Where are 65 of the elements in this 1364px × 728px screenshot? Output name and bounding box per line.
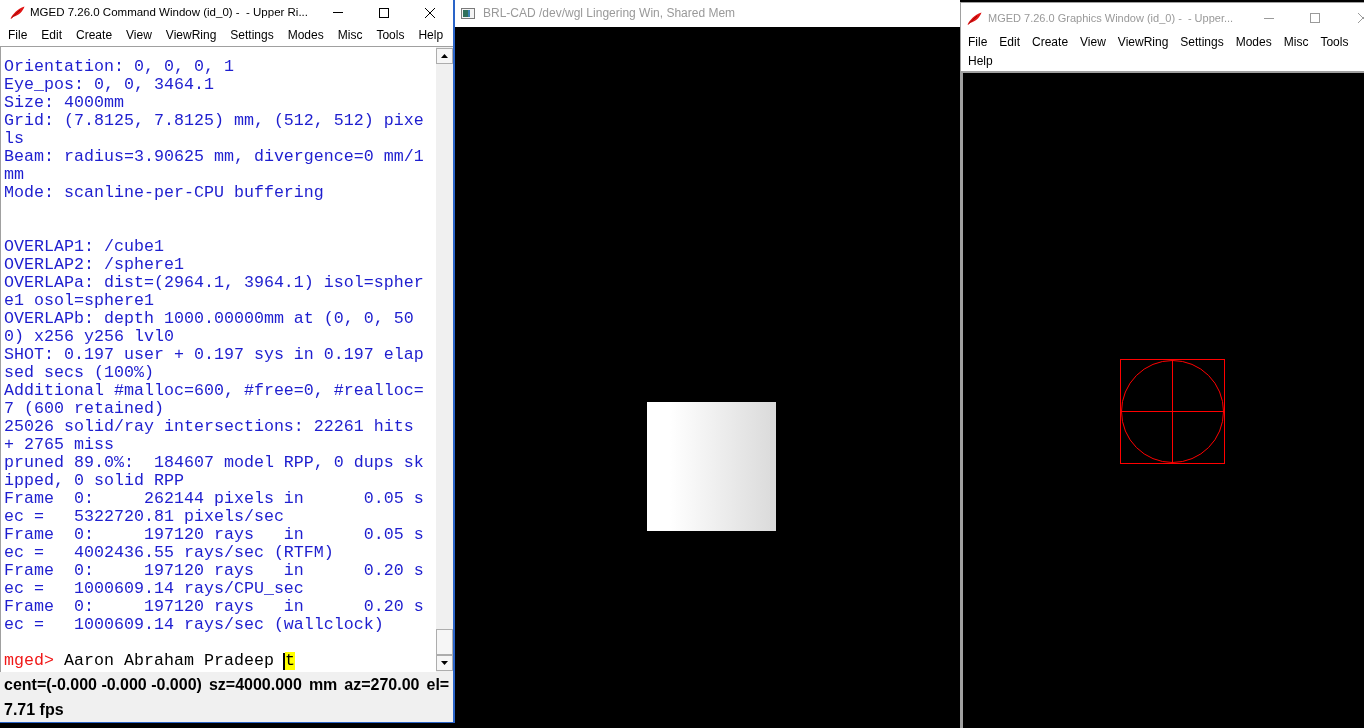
- console-line: Orientation: 0, 0, 0, 1: [4, 58, 235, 76]
- console-line: Eye_pos: 0, 0, 3464.1: [4, 76, 215, 94]
- menu-item[interactable]: Edit: [34, 26, 70, 45]
- console-line: OVERLAP1: /cube1: [4, 238, 165, 256]
- feather-icon: [10, 6, 25, 19]
- command-input[interactable]: Aaron Abraham Pradeep: [64, 652, 274, 670]
- console-line: Frame 0: 197120 rays in 0.05 sec = 4002436.55 rays/sec (RTFM): [4, 526, 425, 562]
- menu-item[interactable]: Misc: [1277, 33, 1315, 52]
- menu-item[interactable]: View: [1074, 33, 1112, 52]
- menu-item[interactable]: Settings: [223, 26, 281, 45]
- console-line: OVERLAPb: depth 1000.00000mm at (0, 0, 500) x256 y256 lvl0: [4, 310, 415, 346]
- menu-item[interactable]: Modes: [280, 26, 331, 45]
- console-line: Additional #malloc=600, #free=0, #realloc=7 (600 retained): [4, 382, 425, 418]
- menu-item[interactable]: ViewRing: [158, 26, 224, 45]
- menu-item[interactable]: Modes: [1229, 33, 1278, 52]
- status-field: el=: [426, 675, 450, 695]
- scroll-thumb[interactable]: [436, 629, 453, 655]
- maximize-icon: [1310, 13, 1320, 23]
- window-icon: [461, 8, 475, 19]
- scroll-down-button[interactable]: [436, 655, 453, 671]
- status-field: az=270.00: [344, 675, 420, 695]
- prompt-label: mged>: [4, 652, 54, 670]
- close-icon: [425, 7, 435, 18]
- menu-item[interactable]: View: [119, 26, 159, 45]
- down-triangle-icon: [441, 661, 448, 665]
- menu-item[interactable]: Tools: [369, 26, 412, 45]
- status-field: mm: [308, 675, 338, 695]
- menu-item[interactable]: Settings: [1174, 33, 1230, 52]
- up-triangle-icon: [441, 54, 448, 58]
- close-icon: [1358, 13, 1364, 23]
- console-line: pruned 89.0%: 184607 model RPP, 0 dups skipped, 0 solid RPP: [4, 454, 425, 490]
- menu-item[interactable]: Misc: [330, 26, 370, 45]
- menu-item[interactable]: Create: [69, 26, 120, 45]
- scroll-up-button[interactable]: [436, 48, 453, 64]
- console-line: Frame 0: 197120 rays in 0.20 sec = 1000609.14 rays/sec (wallclock): [4, 598, 425, 634]
- console-line: OVERLAPa: dist=(2964.1, 3964.1) isol=sphere1 osol=sphere1: [4, 274, 425, 310]
- maximize-icon: [379, 7, 389, 18]
- console-line: SHOT: 0.197 user + 0.197 sys in 0.197 elapsed secs (100%): [4, 346, 425, 382]
- highlighted-character: t: [284, 652, 295, 670]
- minimize-icon: [1264, 17, 1274, 19]
- status-field: cent=(-0.000 -0.000 -0.000): [4, 675, 202, 695]
- menu-item[interactable]: Help: [411, 26, 451, 45]
- console-line: Frame 0: 262144 pixels in 0.05 sec = 5322720.81 pixels/sec: [4, 490, 425, 526]
- menu-item[interactable]: File: [962, 33, 994, 52]
- status-field: sz=4000.000: [208, 675, 302, 695]
- menu-item[interactable]: Help: [962, 52, 999, 71]
- menu-item[interactable]: Edit: [993, 33, 1027, 52]
- console-line: Beam: radius=3.90625 mm, divergence=0 mm/1mm: [4, 148, 425, 184]
- feather-icon: [967, 11, 982, 25]
- menu-item[interactable]: Tools: [1314, 33, 1355, 52]
- window-title: BRL-CAD /dev/wgl Lingering Win, Shared Mem: [483, 6, 736, 21]
- console-line: Grid: (7.8125, 7.8125) mm, (512, 512) pixels: [4, 112, 425, 148]
- fps-readout: 7.71 fps: [4, 700, 64, 720]
- window-title: MGED 7.26.0 Graphics Window (id_0) - - Upper...: [988, 10, 1234, 26]
- menu-item[interactable]: ViewRing: [1111, 33, 1175, 52]
- menu-item[interactable]: File: [1, 26, 35, 45]
- window-title: MGED 7.26.0 Command Window (id_0) - - Upper Ri...: [30, 5, 308, 20]
- console-line: Mode: scanline-per-CPU buffering: [4, 184, 325, 202]
- console-line: Size: 4000mm: [4, 94, 125, 112]
- text-cursor-icon: [282, 652, 285, 670]
- console-line: Frame 0: 197120 rays in 0.20 sec = 1000609.14 rays/CPU_sec: [4, 562, 425, 598]
- scrollbar[interactable]: [436, 47, 453, 672]
- minimize-icon: [333, 12, 343, 13]
- console-line: OVERLAP2: /sphere1: [4, 256, 185, 274]
- menu-item[interactable]: Create: [1026, 33, 1075, 52]
